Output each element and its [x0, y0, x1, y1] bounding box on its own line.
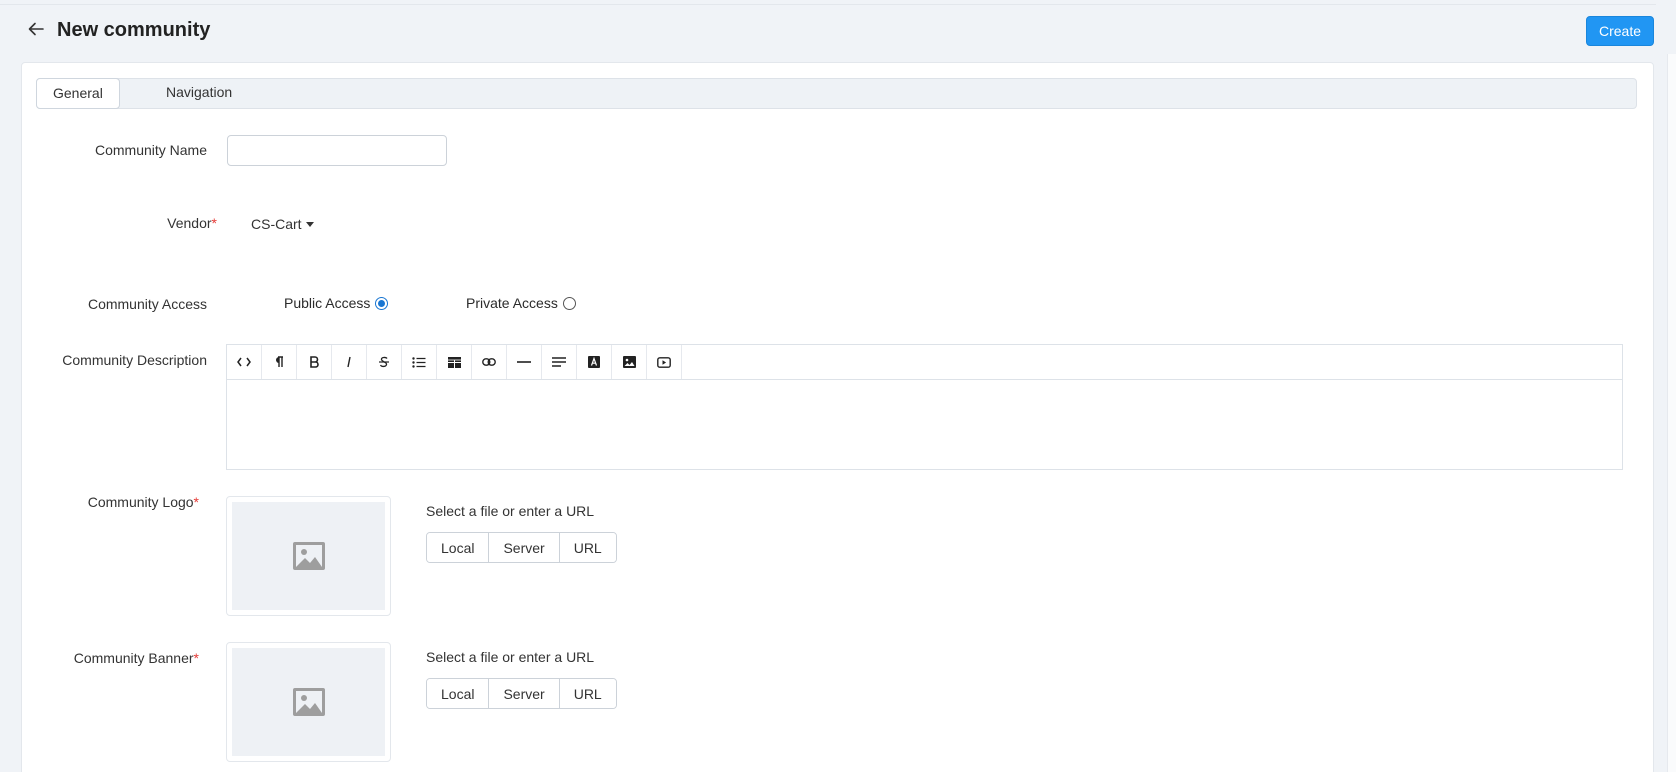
banner-url-button[interactable]: URL	[559, 679, 616, 708]
editor-text-area[interactable]	[227, 380, 1622, 469]
logo-placeholder	[232, 502, 385, 610]
community-logo-label: Community Logo*	[87, 494, 199, 510]
required-mark: *	[193, 494, 199, 510]
logo-local-button[interactable]: Local	[427, 533, 490, 562]
tab-bar: General Navigation	[36, 78, 1637, 109]
banner-server-button[interactable]: Server	[489, 679, 560, 708]
create-button[interactable]: Create	[1586, 16, 1654, 46]
required-mark: *	[193, 650, 199, 666]
logo-preview	[226, 496, 391, 616]
tab-navigation[interactable]: Navigation	[150, 78, 248, 109]
banner-local-button[interactable]: Local	[427, 679, 490, 708]
logo-upload-hint: Select a file or enter a URL	[426, 503, 595, 519]
tab-general[interactable]: General	[36, 78, 120, 109]
caret-down-icon	[305, 221, 314, 227]
right-panel-edge	[1667, 54, 1676, 772]
banner-placeholder	[232, 648, 385, 756]
banner-source-buttons: Local Server URL	[426, 678, 617, 709]
strikethrough-icon[interactable]	[367, 345, 402, 379]
horizontal-rule-icon[interactable]	[507, 345, 542, 379]
list-icon[interactable]	[402, 345, 437, 379]
table-icon[interactable]	[437, 345, 472, 379]
code-view-icon[interactable]	[227, 345, 262, 379]
radio-label: Private Access	[466, 295, 558, 311]
required-mark: *	[211, 215, 217, 231]
community-name-input[interactable]	[227, 135, 447, 166]
community-name-label: Community Name	[94, 142, 207, 158]
page-title: New community	[57, 19, 211, 41]
community-access-label: Community Access	[87, 296, 207, 312]
vendor-value: CS-Cart	[251, 216, 302, 232]
image-placeholder-icon	[292, 542, 325, 570]
community-description-label: Community Description	[62, 352, 207, 368]
vendor-label: Vendor*	[167, 215, 217, 231]
bold-icon[interactable]	[297, 345, 332, 379]
logo-source-buttons: Local Server URL	[426, 532, 617, 563]
rich-text-editor	[226, 344, 1623, 470]
image-icon[interactable]	[612, 345, 647, 379]
top-bar: New community Create	[0, 4, 1656, 54]
banner-upload-hint: Select a file or enter a URL	[426, 649, 595, 665]
editor-toolbar	[227, 345, 1622, 380]
logo-server-button[interactable]: Server	[489, 533, 560, 562]
back-arrow-icon[interactable]	[26, 19, 46, 39]
banner-preview	[226, 642, 391, 762]
paragraph-icon[interactable]	[262, 345, 297, 379]
radio-label: Public Access	[284, 295, 371, 311]
image-placeholder-icon	[292, 688, 325, 716]
video-icon[interactable]	[647, 345, 682, 379]
community-banner-label: Community Banner*	[73, 650, 199, 666]
radio-private-access[interactable]: Private Access	[466, 295, 576, 311]
radio-checked-icon[interactable]	[375, 296, 389, 310]
italic-icon[interactable]	[332, 345, 367, 379]
radio-public-access[interactable]: Public Access	[284, 295, 389, 311]
radio-unchecked-icon[interactable]	[562, 296, 576, 310]
logo-url-button[interactable]: URL	[559, 533, 616, 562]
link-icon[interactable]	[472, 345, 507, 379]
vendor-dropdown[interactable]: CS-Cart	[251, 216, 314, 232]
align-icon[interactable]	[542, 345, 577, 379]
font-color-icon[interactable]	[577, 345, 612, 379]
